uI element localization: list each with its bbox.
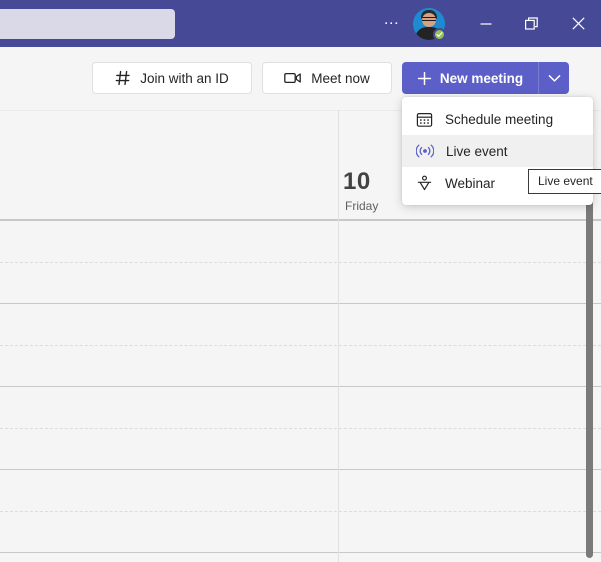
half-hour-line <box>0 428 601 429</box>
minimize-button[interactable] <box>463 0 509 47</box>
restore-button[interactable] <box>509 0 555 47</box>
avatar[interactable] <box>413 7 446 41</box>
restore-icon <box>525 16 538 30</box>
hour-line <box>0 303 601 304</box>
hour-line <box>0 386 601 387</box>
minimize-icon <box>480 22 492 25</box>
meet-now-button[interactable]: Meet now <box>262 62 392 94</box>
menu-item-schedule-meeting[interactable]: Schedule meeting <box>402 103 593 135</box>
menu-item-live-event[interactable]: Live event <box>402 135 593 167</box>
live-event-icon <box>416 144 434 158</box>
new-meeting-split-button: New meeting <box>402 62 569 94</box>
half-hour-line <box>0 511 601 512</box>
hour-line <box>0 552 601 553</box>
chevron-down-icon <box>548 74 560 82</box>
hash-icon <box>115 70 130 86</box>
half-hour-line <box>0 345 601 346</box>
meet-now-label: Meet now <box>311 70 370 86</box>
calendar-time-grid[interactable] <box>0 220 601 562</box>
close-button[interactable] <box>555 0 601 47</box>
more-options-icon[interactable]: … <box>375 9 409 39</box>
hour-line <box>0 220 601 221</box>
presence-available-icon <box>433 27 446 41</box>
day-number: 10 <box>343 168 371 195</box>
plus-icon <box>417 71 432 85</box>
calendar-icon <box>416 112 433 127</box>
day-name: Friday <box>345 199 379 213</box>
menu-item-label: Schedule meeting <box>445 111 554 127</box>
new-meeting-label: New meeting <box>439 70 524 86</box>
menu-item-label: Live event <box>446 143 508 159</box>
webinar-icon <box>417 175 432 190</box>
search-input[interactable] <box>0 9 175 39</box>
new-meeting-button[interactable]: New meeting <box>402 62 538 94</box>
join-with-id-button[interactable]: Join with an ID <box>92 62 252 94</box>
half-hour-line <box>0 262 601 263</box>
tooltip-live-event: Live event <box>528 169 601 194</box>
day-column-divider <box>338 110 339 562</box>
avatar-glasses <box>422 16 436 21</box>
menu-item-label: Webinar <box>445 175 496 191</box>
title-bar: … <box>0 0 601 47</box>
more-options-glyph: … <box>383 11 401 28</box>
new-meeting-dropdown-toggle[interactable] <box>538 62 569 94</box>
window-controls-group: … <box>375 0 601 47</box>
join-with-id-label: Join with an ID <box>140 70 229 86</box>
video-camera-icon <box>284 72 302 84</box>
hour-line <box>0 469 601 470</box>
close-icon <box>571 17 585 30</box>
